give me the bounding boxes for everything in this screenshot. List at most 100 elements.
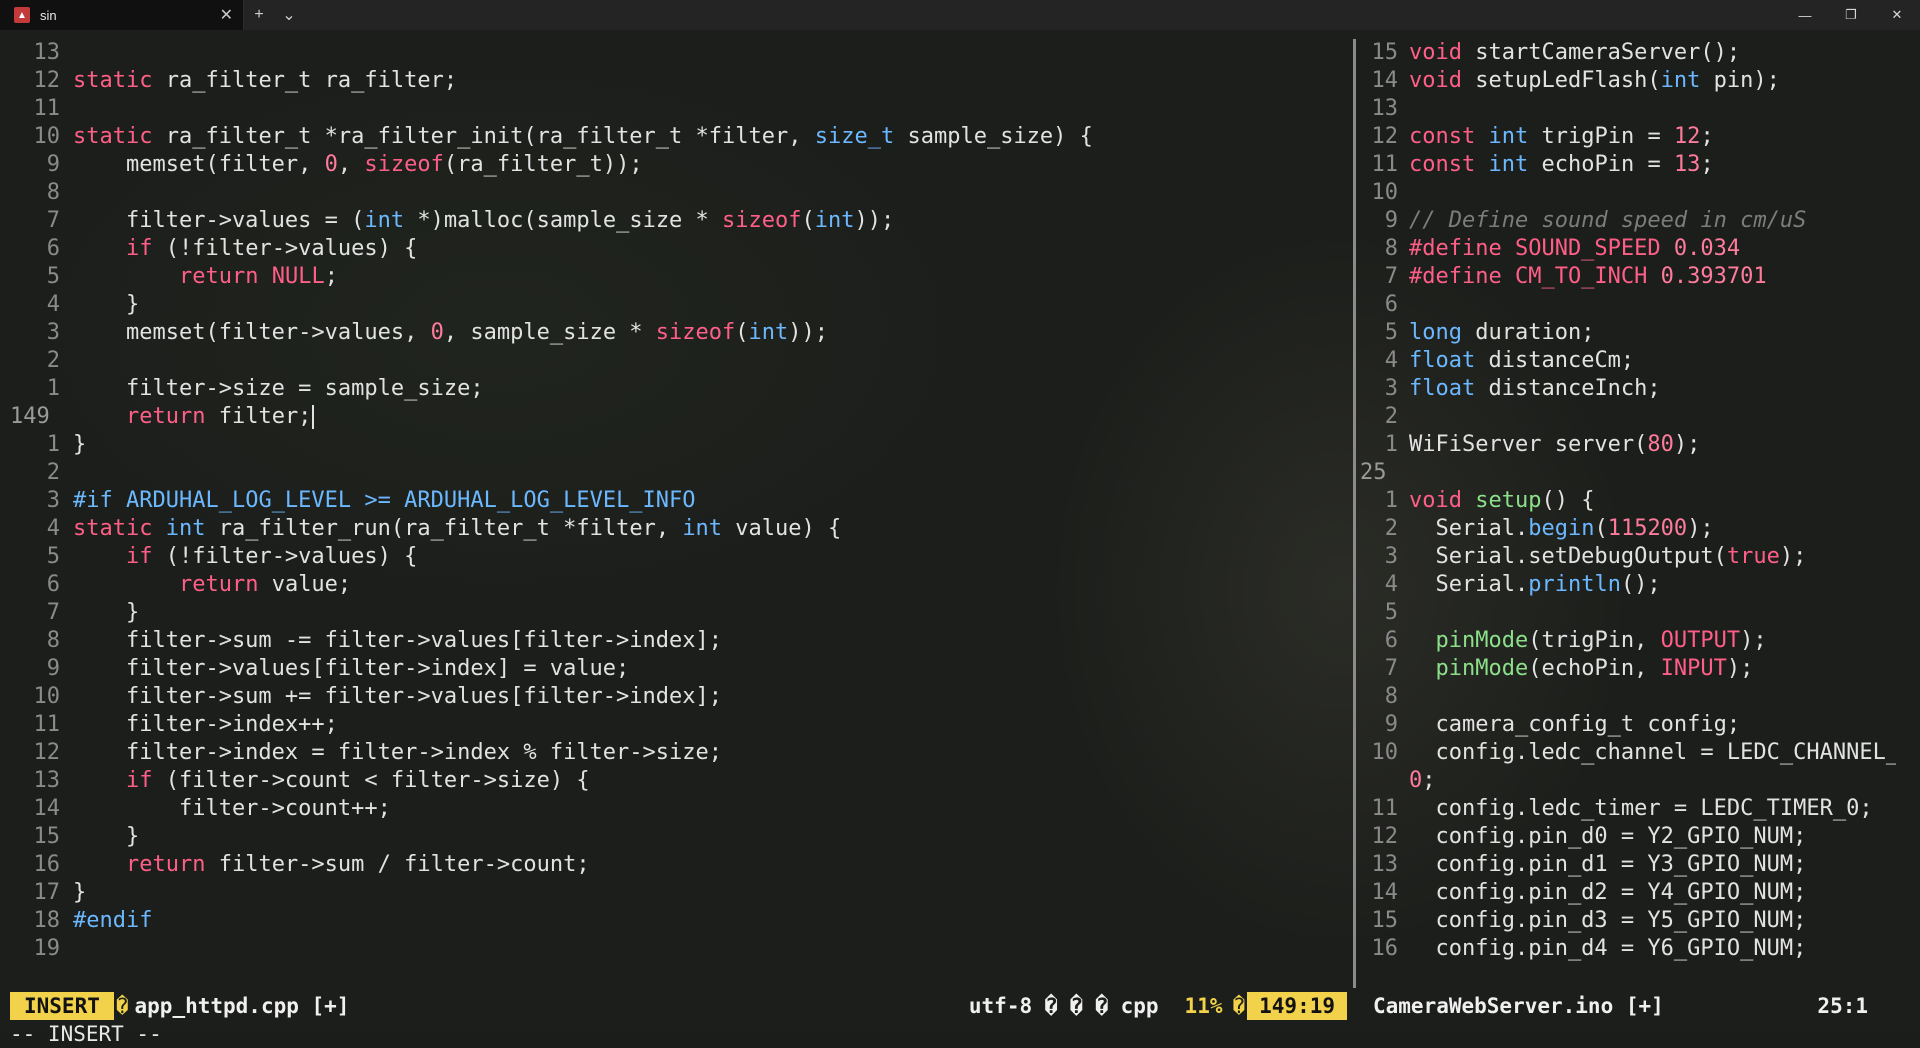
code-line[interactable]: 17} bbox=[10, 879, 1350, 907]
code-line[interactable]: 14 filter->count++; bbox=[10, 795, 1350, 823]
code-line[interactable]: 6 return value; bbox=[10, 571, 1350, 599]
code-text[interactable]: filter->sum += filter->values[filter->in… bbox=[60, 683, 722, 711]
restore-button[interactable]: ❐ bbox=[1828, 0, 1874, 30]
code-text[interactable]: } bbox=[60, 431, 86, 459]
code-text[interactable]: static ra_filter_t *ra_filter_init(ra_fi… bbox=[60, 123, 1093, 151]
code-text[interactable] bbox=[60, 39, 73, 67]
code-line[interactable]: 7 } bbox=[10, 599, 1350, 627]
code-line[interactable]: 10 config.ledc_channel = LEDC_CHANNEL_ bbox=[1360, 739, 1897, 767]
vertical-split-separator[interactable] bbox=[1353, 39, 1356, 988]
code-text[interactable]: config.ledc_channel = LEDC_CHANNEL_ bbox=[1398, 739, 1896, 767]
code-line[interactable]: 10 filter->sum += filter->values[filter-… bbox=[10, 683, 1350, 711]
code-text[interactable]: const int echoPin = 13; bbox=[1398, 151, 1714, 179]
code-text[interactable]: if (filter->count < filter->size) { bbox=[60, 767, 590, 795]
titlebar-drag-area[interactable] bbox=[304, 0, 1782, 30]
code-line[interactable]: 1 filter->size = sample_size; bbox=[10, 375, 1350, 403]
code-line[interactable]: 7 pinMode(echoPin, INPUT); bbox=[1360, 655, 1896, 683]
close-tab-icon[interactable]: ✕ bbox=[220, 5, 233, 25]
code-line[interactable]: 11 filter->index++; bbox=[10, 711, 1350, 739]
code-line[interactable]: 0; bbox=[1360, 767, 1896, 795]
code-text[interactable]: Serial.println(); bbox=[1398, 571, 1660, 599]
code-line[interactable]: 5 return NULL; bbox=[10, 263, 1350, 291]
code-text[interactable]: #if ARDUHAL_LOG_LEVEL >= ARDUHAL_LOG_LEV… bbox=[60, 487, 696, 515]
code-line[interactable]: 4 float distanceCm; bbox=[1360, 347, 1896, 375]
code-line[interactable]: 12 const int trigPin = 12; bbox=[1360, 123, 1896, 151]
code-line[interactable]: 5 long duration; bbox=[1360, 319, 1896, 347]
code-line[interactable]: 7 filter->values = (int *)malloc(sample_… bbox=[10, 207, 1350, 235]
code-line[interactable]: 13 config.pin_d1 = Y3_GPIO_NUM; bbox=[1360, 851, 1896, 879]
code-line[interactable]: 15 config.pin_d3 = Y5_GPIO_NUM; bbox=[1360, 907, 1896, 935]
code-text[interactable]: Serial.begin(115200); bbox=[1398, 515, 1713, 543]
code-text[interactable] bbox=[60, 179, 73, 207]
code-text[interactable]: 0; bbox=[1398, 767, 1436, 795]
code-line[interactable]: 1 WiFiServer server(80); bbox=[1360, 431, 1896, 459]
code-text[interactable] bbox=[1398, 683, 1409, 711]
code-line[interactable]: 8 bbox=[1360, 683, 1896, 711]
code-text[interactable]: void startCameraServer(); bbox=[1398, 39, 1740, 67]
code-line[interactable]: 11 const int echoPin = 13; bbox=[1360, 151, 1896, 179]
code-line[interactable]: 2 bbox=[1360, 403, 1896, 431]
code-line[interactable]: 5 if (!filter->values) { bbox=[10, 543, 1350, 571]
code-text[interactable]: // Define sound speed in cm/uS bbox=[1398, 207, 1806, 235]
code-text[interactable]: config.pin_d2 = Y4_GPIO_NUM; bbox=[1398, 879, 1806, 907]
code-text[interactable]: filter->sum -= filter->values[filter->in… bbox=[60, 627, 722, 655]
right-split-camerawebserver[interactable]: 15 void startCameraServer(); 14 void setupL… bbox=[1360, 39, 1896, 988]
code-text[interactable]: memset(filter, 0, sizeof(ra_filter_t)); bbox=[60, 151, 643, 179]
code-line[interactable]: 16 config.pin_d4 = Y6_GPIO_NUM; bbox=[1360, 935, 1896, 963]
code-text[interactable]: config.pin_d4 = Y6_GPIO_NUM; bbox=[1398, 935, 1806, 963]
code-line[interactable]: 11 config.ledc_timer = LEDC_TIMER_0; bbox=[1360, 795, 1896, 823]
code-line[interactable]: 14 config.pin_d2 = Y4_GPIO_NUM; bbox=[1360, 879, 1896, 907]
code-text[interactable]: return value; bbox=[60, 571, 351, 599]
code-text[interactable]: } bbox=[60, 599, 139, 627]
code-line[interactable]: 149 return filter; bbox=[10, 403, 1350, 431]
code-text[interactable] bbox=[1398, 599, 1409, 627]
code-line[interactable]: 9 memset(filter, 0, sizeof(ra_filter_t))… bbox=[10, 151, 1350, 179]
code-line[interactable]: 8 filter->sum -= filter->values[filter->… bbox=[10, 627, 1350, 655]
code-text[interactable]: filter->index++; bbox=[60, 711, 338, 739]
terminal-tab[interactable]: ▲ sin ✕ bbox=[0, 0, 244, 30]
code-text[interactable]: void setupLedFlash(int pin); bbox=[1398, 67, 1780, 95]
code-text[interactable] bbox=[60, 459, 73, 487]
code-line[interactable]: 9// Define sound speed in cm/uS bbox=[1360, 207, 1896, 235]
code-line[interactable]: 3 float distanceInch; bbox=[1360, 375, 1896, 403]
code-line[interactable]: 15 void startCameraServer(); bbox=[1360, 39, 1896, 67]
code-line[interactable]: 9 filter->values[filter->index] = value; bbox=[10, 655, 1350, 683]
code-line[interactable]: 1} bbox=[10, 431, 1350, 459]
code-text[interactable] bbox=[60, 347, 73, 375]
code-line[interactable]: 13 if (filter->count < filter->size) { bbox=[10, 767, 1350, 795]
code-line[interactable]: 6 bbox=[1360, 291, 1896, 319]
vim-editor[interactable]: 13 12 static ra_filter_t ra_filter; 11 10 sta… bbox=[0, 30, 1920, 1046]
code-text[interactable]: filter->size = sample_size; bbox=[60, 375, 484, 403]
code-line[interactable]: 14 void setupLedFlash(int pin); bbox=[1360, 67, 1896, 95]
code-line[interactable]: 7 #define CM_TO_INCH 0.393701 bbox=[1360, 263, 1896, 291]
code-line[interactable]: 4 Serial.println(); bbox=[1360, 571, 1896, 599]
code-text[interactable]: if (!filter->values) { bbox=[60, 235, 417, 263]
code-line[interactable]: 6 pinMode(trigPin, OUTPUT); bbox=[1360, 627, 1896, 655]
code-text[interactable]: filter->index = filter->index % filter->… bbox=[60, 739, 722, 767]
code-text[interactable] bbox=[1398, 291, 1409, 319]
code-text[interactable]: config.pin_d1 = Y3_GPIO_NUM; bbox=[1398, 851, 1806, 879]
code-line[interactable]: 6 if (!filter->values) { bbox=[10, 235, 1350, 263]
code-text[interactable]: config.pin_d0 = Y2_GPIO_NUM; bbox=[1398, 823, 1806, 851]
code-text[interactable]: config.pin_d3 = Y5_GPIO_NUM; bbox=[1398, 907, 1806, 935]
code-line[interactable]: 12 static ra_filter_t ra_filter; bbox=[10, 67, 1350, 95]
code-line[interactable]: 2 bbox=[10, 459, 1350, 487]
code-line[interactable]: 11 bbox=[10, 95, 1350, 123]
minimize-button[interactable]: — bbox=[1782, 0, 1828, 30]
code-line[interactable]: 2 Serial.begin(115200); bbox=[1360, 515, 1896, 543]
code-text[interactable]: return NULL; bbox=[60, 263, 338, 291]
code-line[interactable]: 16 return filter->sum / filter->count; bbox=[10, 851, 1350, 879]
code-text[interactable] bbox=[1398, 179, 1409, 207]
code-text[interactable]: WiFiServer server(80); bbox=[1398, 431, 1700, 459]
code-line[interactable]: 3 Serial.setDebugOutput(true); bbox=[1360, 543, 1896, 571]
code-text[interactable]: memset(filter->values, 0, sample_size * … bbox=[60, 319, 828, 347]
code-text[interactable] bbox=[60, 935, 73, 963]
code-text[interactable]: config.ledc_timer = LEDC_TIMER_0; bbox=[1398, 795, 1872, 823]
code-text[interactable] bbox=[60, 95, 73, 123]
code-line[interactable]: 12 filter->index = filter->index % filte… bbox=[10, 739, 1350, 767]
code-text[interactable]: filter->count++; bbox=[60, 795, 391, 823]
new-tab-button[interactable]: + bbox=[244, 0, 274, 30]
code-line[interactable]: 10 static ra_filter_t *ra_filter_init(ra_… bbox=[10, 123, 1350, 151]
code-text[interactable]: static ra_filter_t ra_filter; bbox=[60, 67, 457, 95]
code-line[interactable]: 3 #if ARDUHAL_LOG_LEVEL >= ARDUHAL_LOG_LE… bbox=[10, 487, 1350, 515]
